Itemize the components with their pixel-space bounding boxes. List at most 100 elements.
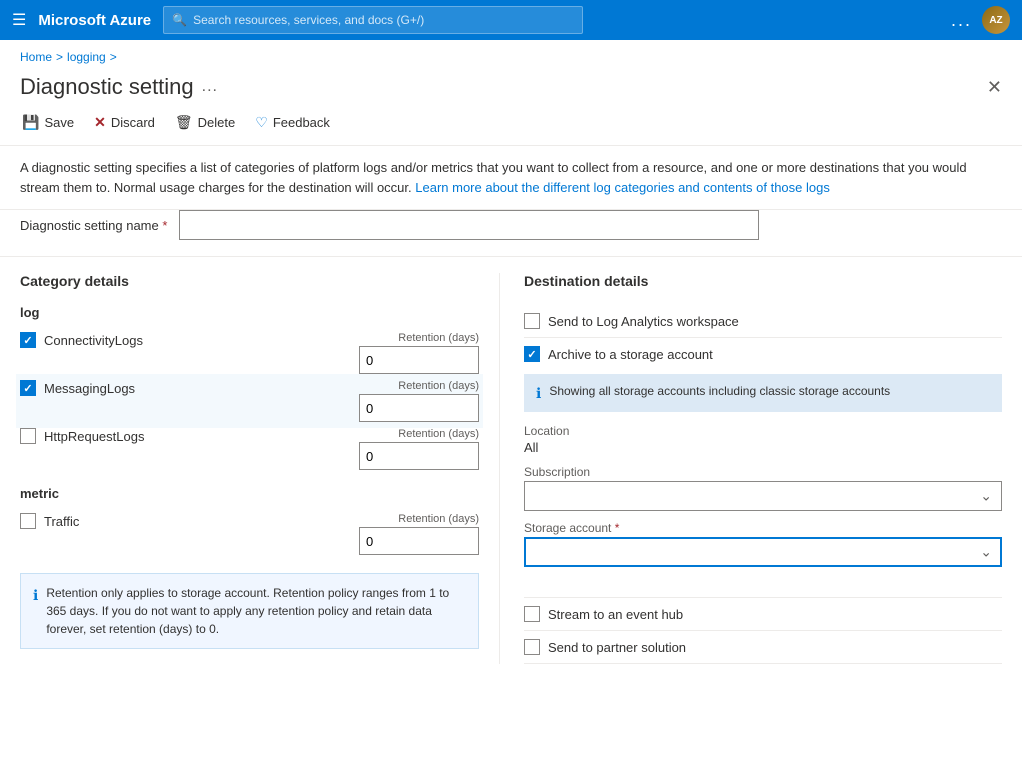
diagnostic-name-row: Diagnostic setting name * <box>0 210 1022 257</box>
breadcrumb-sep2: > <box>110 50 117 64</box>
delete-icon: 🗑 <box>175 114 193 131</box>
delete-button[interactable]: 🗑 Delete <box>173 110 237 135</box>
search-bar[interactable]: 🔍 Search resources, services, and docs (… <box>163 6 583 34</box>
page-more-icon[interactable]: ... <box>202 78 218 96</box>
nav-right: ... AZ <box>951 6 1010 34</box>
httprequest-retention-input[interactable] <box>359 442 479 470</box>
feedback-icon: ♡ <box>255 114 268 131</box>
connectivity-retention-input[interactable] <box>359 346 479 374</box>
connectivity-log-name: ConnectivityLogs <box>44 333 143 348</box>
connectivity-checkbox[interactable] <box>20 332 36 348</box>
diag-name-input[interactable] <box>179 210 759 240</box>
traffic-checkbox-area: Traffic <box>20 513 349 529</box>
subscription-select[interactable] <box>524 481 1002 511</box>
log-analytics-label: Send to Log Analytics workspace <box>548 314 739 329</box>
discard-icon: ✕ <box>94 114 106 131</box>
breadcrumb-sep1: > <box>56 50 63 64</box>
retention-info-box: ℹ Retention only applies to storage acco… <box>20 573 479 649</box>
messaging-retention-label: Retention (days) <box>398 380 479 392</box>
two-column-layout: Category details log ConnectivityLogs Re… <box>0 257 1022 664</box>
messaging-checkbox-area: MessagingLogs <box>20 380 349 396</box>
connectivity-retention: Retention (days) <box>349 332 479 374</box>
traffic-retention-input[interactable] <box>359 527 479 555</box>
httprequest-log-name: HttpRequestLogs <box>44 429 144 444</box>
storage-account-label: Archive to a storage account <box>548 347 713 362</box>
storage-expanded-content: ℹ Showing all storage accounts including… <box>524 366 1002 585</box>
discard-button[interactable]: ✕ Discard <box>92 110 157 135</box>
description-area: A diagnostic setting specifies a list of… <box>0 146 1022 210</box>
close-button[interactable]: ✕ <box>987 78 1002 96</box>
dest-event-hub: Stream to an event hub <box>524 598 1002 631</box>
traffic-metric-name: Traffic <box>44 514 79 529</box>
location-label: Location <box>524 424 1002 438</box>
breadcrumb-logging[interactable]: logging <box>67 50 106 64</box>
subscription-field: Subscription <box>524 465 1002 511</box>
dest-storage-account: Archive to a storage account ℹ Showing a… <box>524 338 1002 598</box>
main-content: Home > logging > Diagnostic setting ... … <box>0 40 1022 762</box>
feedback-button[interactable]: ♡ Feedback <box>253 110 332 135</box>
partner-checkbox[interactable] <box>524 639 540 655</box>
info-icon: ℹ <box>33 585 38 638</box>
save-icon: 💾 <box>22 114 39 131</box>
traffic-checkbox[interactable] <box>20 513 36 529</box>
save-button[interactable]: 💾 Save <box>20 110 76 135</box>
dest-storage-option: Archive to a storage account <box>524 338 1002 366</box>
required-indicator: * <box>162 218 167 233</box>
subscription-select-wrapper <box>524 481 1002 511</box>
dest-log-analytics: Send to Log Analytics workspace <box>524 305 1002 338</box>
breadcrumb-home[interactable]: Home <box>20 50 52 64</box>
subscription-label: Subscription <box>524 465 1002 479</box>
top-nav: ☰ Microsoft Azure 🔍 Search resources, se… <box>0 0 1022 40</box>
storage-account-field-label: Storage account * <box>524 521 1002 535</box>
messaging-log-name: MessagingLogs <box>44 381 135 396</box>
partner-label: Send to partner solution <box>548 640 686 655</box>
brand-name: Microsoft Azure <box>38 12 151 29</box>
hamburger-icon[interactable]: ☰ <box>12 10 26 30</box>
event-hub-checkbox[interactable] <box>524 606 540 622</box>
diag-name-label: Diagnostic setting name * <box>20 218 167 233</box>
metric-category-group: metric Traffic Retention (days) <box>20 486 479 559</box>
traffic-retention: Retention (days) <box>349 513 479 555</box>
dest-partner: Send to partner solution <box>524 631 1002 664</box>
page-title-area: Diagnostic setting ... <box>20 74 218 100</box>
learn-more-link[interactable]: Learn more about the different log categ… <box>415 180 830 195</box>
httprequest-retention-label: Retention (days) <box>398 428 479 440</box>
storage-info-text: Showing all storage accounts including c… <box>549 384 890 402</box>
event-hub-label: Stream to an event hub <box>548 607 683 622</box>
traffic-retention-label: Retention (days) <box>398 513 479 525</box>
storage-info-box: ℹ Showing all storage accounts including… <box>524 374 1002 412</box>
location-value: All <box>524 440 1002 455</box>
httprequest-checkbox-area: HttpRequestLogs <box>20 428 349 444</box>
messaging-retention-input[interactable] <box>359 394 479 422</box>
connectivity-retention-label: Retention (days) <box>398 332 479 344</box>
storage-info-icon: ℹ <box>536 385 541 402</box>
location-field: Location All <box>524 424 1002 455</box>
messaging-checkbox[interactable] <box>20 380 36 396</box>
storage-account-select-wrapper <box>524 537 1002 567</box>
avatar: AZ <box>982 6 1010 34</box>
destination-details-panel: Destination details Send to Log Analytic… <box>500 273 1002 664</box>
search-icon: 🔍 <box>172 13 187 27</box>
page-title: Diagnostic setting <box>20 74 194 100</box>
search-placeholder: Search resources, services, and docs (G+… <box>193 13 424 27</box>
connectivity-checkbox-area: ConnectivityLogs <box>20 332 349 348</box>
breadcrumb: Home > logging > <box>0 40 1022 70</box>
messaging-retention: Retention (days) <box>349 380 479 422</box>
log-item-traffic: Traffic Retention (days) <box>20 509 479 559</box>
log-section-label: log <box>20 305 479 320</box>
httprequest-checkbox[interactable] <box>20 428 36 444</box>
log-item-messaging: MessagingLogs Retention (days) <box>16 374 483 428</box>
storage-account-field: Storage account * <box>524 521 1002 567</box>
storage-account-select[interactable] <box>524 537 1002 567</box>
nav-more-icon[interactable]: ... <box>951 10 972 31</box>
log-analytics-checkbox[interactable] <box>524 313 540 329</box>
storage-account-checkbox[interactable] <box>524 346 540 362</box>
category-details-panel: Category details log ConnectivityLogs Re… <box>20 273 500 664</box>
httprequest-retention: Retention (days) <box>349 428 479 470</box>
storage-required-indicator: * <box>615 521 620 535</box>
log-item-connectivity: ConnectivityLogs Retention (days) <box>20 328 479 378</box>
log-category-group: log ConnectivityLogs Retention (days) <box>20 305 479 474</box>
toolbar: 💾 Save ✕ Discard 🗑 Delete ♡ Feedback <box>0 100 1022 146</box>
category-details-label: Category details <box>20 273 479 289</box>
log-item-httprequest: HttpRequestLogs Retention (days) <box>20 424 479 474</box>
